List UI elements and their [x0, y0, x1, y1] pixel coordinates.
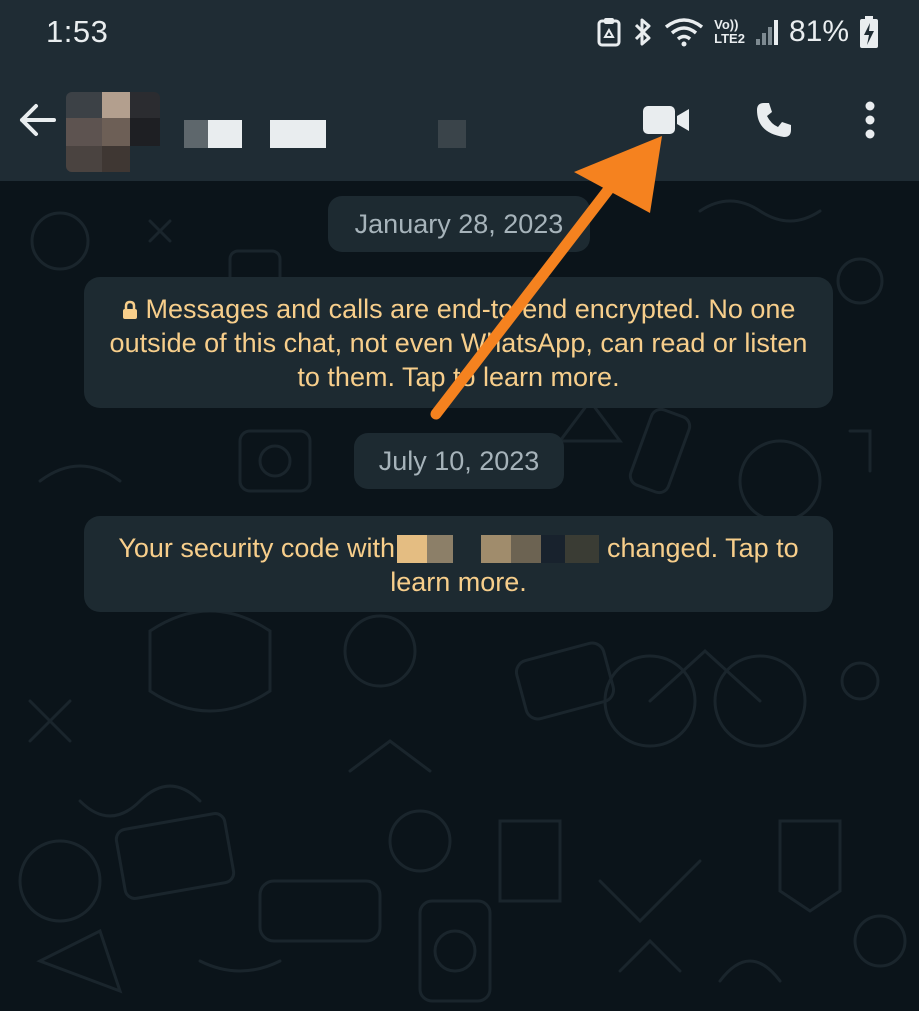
wifi-icon [665, 18, 704, 47]
security-notice-prefix: Your security code with [118, 533, 395, 563]
chat-area[interactable]: January 28, 2023 Messages and calls are … [0, 181, 919, 1011]
phone-icon [757, 103, 791, 137]
redacted-contact-name [396, 535, 603, 563]
video-camera-icon [643, 106, 689, 134]
lock-icon [122, 300, 137, 319]
battery-percent: 81% [788, 15, 849, 48]
recycle-notification-icon [597, 18, 621, 47]
status-icons: Vo)) LTE2 81% [596, 14, 879, 50]
volte-badge: Vo)) LTE2 [714, 18, 745, 46]
more-vertical-icon [865, 101, 875, 139]
video-call-button[interactable] [636, 90, 696, 150]
arrow-left-icon[interactable] [16, 98, 60, 142]
contact-name-redacted[interactable] [184, 120, 484, 150]
encryption-notice[interactable]: Messages and calls are end-to-end encryp… [84, 277, 833, 408]
security-code-notice[interactable]: Your security code with changed. Tap to … [84, 516, 833, 612]
voice-call-button[interactable] [744, 90, 804, 150]
date-divider-text: January 28, 2023 [354, 208, 564, 239]
date-divider-jan: January 28, 2023 [328, 196, 590, 252]
status-time: 1:53 [46, 14, 109, 49]
date-divider-jul: July 10, 2023 [354, 433, 564, 489]
contact-avatar[interactable] [66, 92, 160, 172]
status-bar: 1:53 Vo)) LTE2 81% [0, 0, 919, 70]
bluetooth-icon [635, 18, 651, 46]
signal-icon [755, 20, 778, 45]
volte-bottom: LTE2 [714, 31, 745, 46]
more-options-button[interactable] [840, 90, 900, 150]
chat-app-bar [0, 70, 919, 181]
volte-top: Vo)) [714, 17, 739, 32]
date-divider-text: July 10, 2023 [378, 445, 540, 476]
battery-charging-icon [860, 16, 878, 48]
encryption-notice-text: Messages and calls are end-to-end encryp… [109, 294, 808, 392]
